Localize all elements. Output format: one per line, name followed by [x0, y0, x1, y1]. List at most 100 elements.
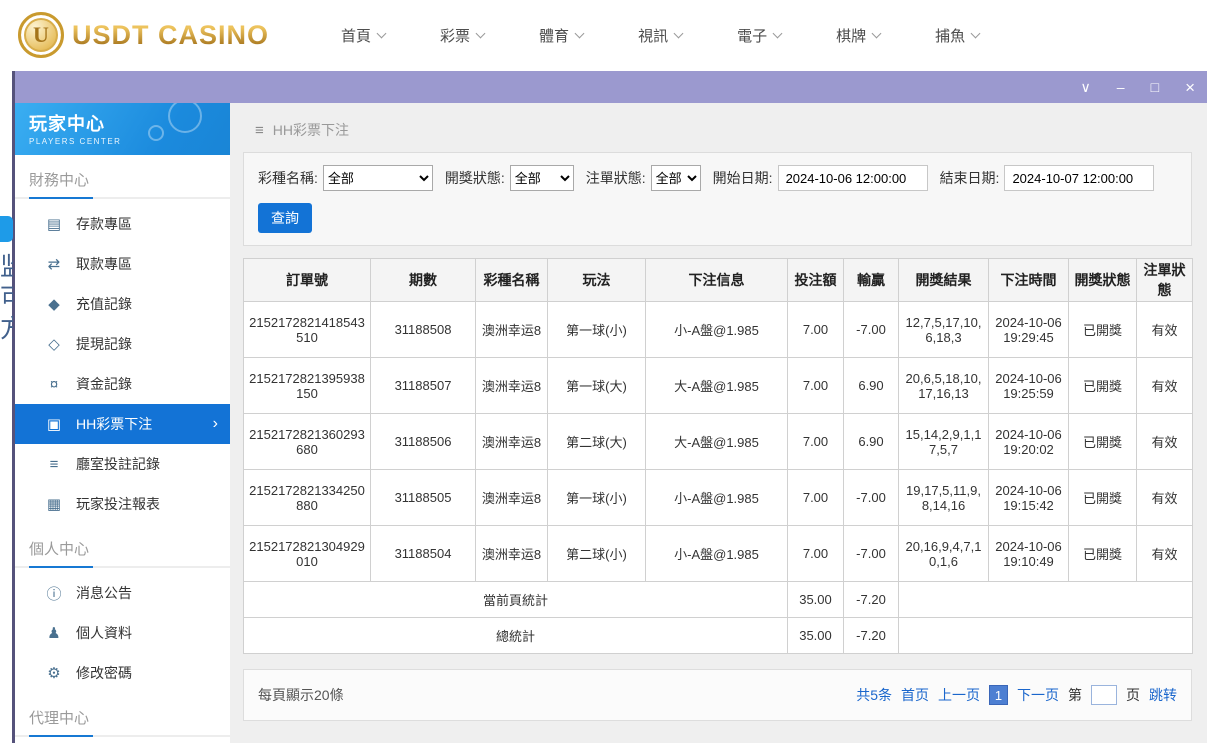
start-date-label: 開始日期:	[712, 170, 773, 186]
sidebar-item-funds-record[interactable]: ¤ 資金記錄	[15, 364, 230, 404]
chat-icon[interactable]	[0, 216, 13, 242]
sidebar-item-label: HH彩票下注	[76, 416, 153, 432]
jump-link[interactable]: 跳转	[1149, 685, 1177, 705]
period-cell: 31188504	[370, 525, 476, 582]
chevron-down-icon	[574, 28, 585, 38]
order-id-cell: 2152172821334250880	[243, 469, 371, 526]
edge-floating-widget[interactable]: 监 可 方	[0, 216, 13, 345]
nav-label: 電子	[737, 27, 768, 45]
draw-status-cell: 已開獎	[1068, 469, 1137, 526]
order-id-cell: 2152172821304929010	[243, 525, 371, 582]
window-maximize-icon[interactable]: □	[1151, 80, 1159, 94]
sidebar-item-label: 玩家投注報表	[76, 496, 160, 512]
draw-result-cell: 19,17,5,11,9,8,14,16	[898, 469, 989, 526]
chevron-down-icon	[475, 28, 486, 38]
bet-amount-cell: 7.00	[787, 525, 844, 582]
sidebar-item-hall-bet-records[interactable]: ≡ 廳室投註記錄	[15, 444, 230, 484]
end-date-input[interactable]	[1004, 165, 1155, 191]
lottery-name-select[interactable]: 全部	[322, 165, 433, 191]
lottery-cell: 澳洲幸运8	[475, 357, 548, 414]
order-id-cell: 2152172821418543510	[243, 301, 371, 358]
page-jump-input[interactable]	[1091, 685, 1117, 705]
bet-info-cell: 小-A盤@1.985	[645, 525, 788, 582]
total-count: 共5条	[856, 687, 892, 703]
draw-status-cell: 已開獎	[1068, 525, 1137, 582]
window-collapse-icon[interactable]: ∨	[1081, 80, 1091, 94]
sidebar-item-profile[interactable]: ♟ 個人資料	[15, 613, 230, 653]
sidebar-item-deposit[interactable]: ▤ 存款專區	[15, 204, 230, 244]
nav-item-slots[interactable]: 電子	[737, 25, 783, 46]
current-page-badge[interactable]: 1	[989, 685, 1008, 705]
draw-result-cell: 12,7,5,17,10,6,18,3	[898, 301, 989, 358]
lottery-cell: 澳洲幸运8	[475, 469, 548, 526]
window-minimize-icon[interactable]: –	[1117, 80, 1125, 94]
nav-label: 捕魚	[935, 27, 966, 45]
first-page-link[interactable]: 首页	[901, 685, 929, 705]
logo[interactable]: U USDT CASINO	[18, 12, 269, 58]
top-nav: U USDT CASINO 首頁 彩票 體育 視訊 電子 棋牌 捕魚	[0, 0, 1207, 70]
sidebar-item-label: 廳室投註記錄	[76, 456, 160, 472]
person-icon: ♟	[47, 625, 61, 642]
bet-amount-cell: 7.00	[787, 301, 844, 358]
sidebar-item-change-password[interactable]: ⚙ 修改密碼	[15, 653, 230, 693]
nav-item-lottery[interactable]: 彩票	[440, 25, 486, 46]
nav-label: 棋牌	[836, 27, 867, 45]
main-menu: 首頁 彩票 體育 視訊 電子 棋牌 捕魚	[341, 25, 981, 46]
nav-item-cards[interactable]: 棋牌	[836, 25, 882, 46]
nav-item-fishing[interactable]: 捕魚	[935, 25, 981, 46]
next-page-link[interactable]: 下一页	[1017, 685, 1059, 705]
summary-label: 總統計	[243, 617, 788, 654]
sidebar-item-announcements[interactable]: ⓘ 消息公告	[15, 573, 230, 613]
table-row: 2152172821395938150 31188507 澳洲幸运8 第一球(大…	[243, 357, 1193, 414]
search-button[interactable]: 查詢	[258, 203, 312, 233]
section-agent-center: 代理中心	[15, 693, 230, 737]
window-titlebar: ∨ – □ ×	[15, 71, 1207, 103]
chevron-down-icon	[970, 28, 981, 38]
order-status-cell: 有效	[1136, 525, 1193, 582]
period-cell: 31188507	[370, 357, 476, 414]
summary-blank	[898, 617, 1193, 654]
draw-status-label: 開獎狀態:	[444, 170, 505, 186]
main-content: ≡ HH彩票下注 彩種名稱: 全部 開獎狀態: 全部 注單狀態: 全部 開始日期…	[230, 103, 1207, 743]
sidebar: 玩家中心 PLAYERS CENTER 財務中心 ▤ 存款專區 ⇄ 取款專區 ◆…	[15, 103, 230, 743]
filter-panel: 彩種名稱: 全部 開獎狀態: 全部 注單狀態: 全部 開始日期: 2024-10…	[243, 152, 1192, 246]
hall-bet-records-icon: ≡	[49, 455, 59, 473]
section-finance-center: 財務中心	[15, 155, 230, 199]
sidebar-item-withdraw[interactable]: ⇄ 取款專區	[15, 244, 230, 284]
lottery-cell: 澳洲幸运8	[475, 413, 548, 470]
col-play: 玩法	[547, 258, 646, 302]
bet-info-cell: 大-A盤@1.985	[645, 357, 788, 414]
chevron-right-icon: ›	[212, 415, 218, 432]
edge-widget-text: 可	[0, 284, 13, 312]
nav-item-sports[interactable]: 體育	[539, 25, 585, 46]
edge-widget-text: 监	[0, 253, 13, 281]
prev-page-link[interactable]: 上一页	[938, 685, 980, 705]
hamburger-icon[interactable]: ≡	[255, 122, 264, 139]
draw-status-cell: 已開獎	[1068, 357, 1137, 414]
play-cell: 第一球(小)	[547, 469, 646, 526]
bet-time-cell: 2024-10-06 19:25:59	[988, 357, 1069, 414]
sidebar-item-player-bet-report[interactable]: ▦ 玩家投注報表	[15, 484, 230, 524]
bet-amount-cell: 7.00	[787, 357, 844, 414]
nav-item-live[interactable]: 視訊	[638, 25, 684, 46]
page-size-text: 每頁顯示20條	[258, 687, 344, 703]
order-status-select[interactable]: 全部	[650, 165, 701, 191]
sidebar-item-withdrawal-record[interactable]: ◇ 提現記錄	[15, 324, 230, 364]
window-close-icon[interactable]: ×	[1185, 79, 1195, 96]
bet-amount-cell: 7.00	[787, 413, 844, 470]
deposit-icon: ▤	[46, 216, 62, 233]
sidebar-item-recharge-record[interactable]: ◆ 充值記錄	[15, 284, 230, 324]
lottery-cell: 澳洲幸运8	[475, 525, 548, 582]
nav-item-home[interactable]: 首頁	[341, 25, 387, 46]
draw-result-cell: 20,16,9,4,7,10,1,6	[898, 525, 989, 582]
draw-status-select[interactable]: 全部	[509, 165, 574, 191]
grand-summary-row: 總統計 35.00 -7.20	[243, 617, 1193, 654]
start-date-input[interactable]	[777, 165, 928, 191]
sidebar-item-label: 消息公告	[76, 585, 132, 601]
period-cell: 31188506	[370, 413, 476, 470]
table-header-row: 訂單號 期數 彩種名稱 玩法 下注信息 投注額 輸贏 開獎結果 下注時間 開獎狀…	[243, 258, 1193, 302]
col-bet-info: 下注信息	[645, 258, 788, 302]
nav-label: 體育	[539, 27, 570, 45]
sidebar-item-hh-lottery-bets[interactable]: ▣ HH彩票下注 ›	[15, 404, 230, 444]
win-loss-cell: -7.00	[843, 469, 899, 526]
